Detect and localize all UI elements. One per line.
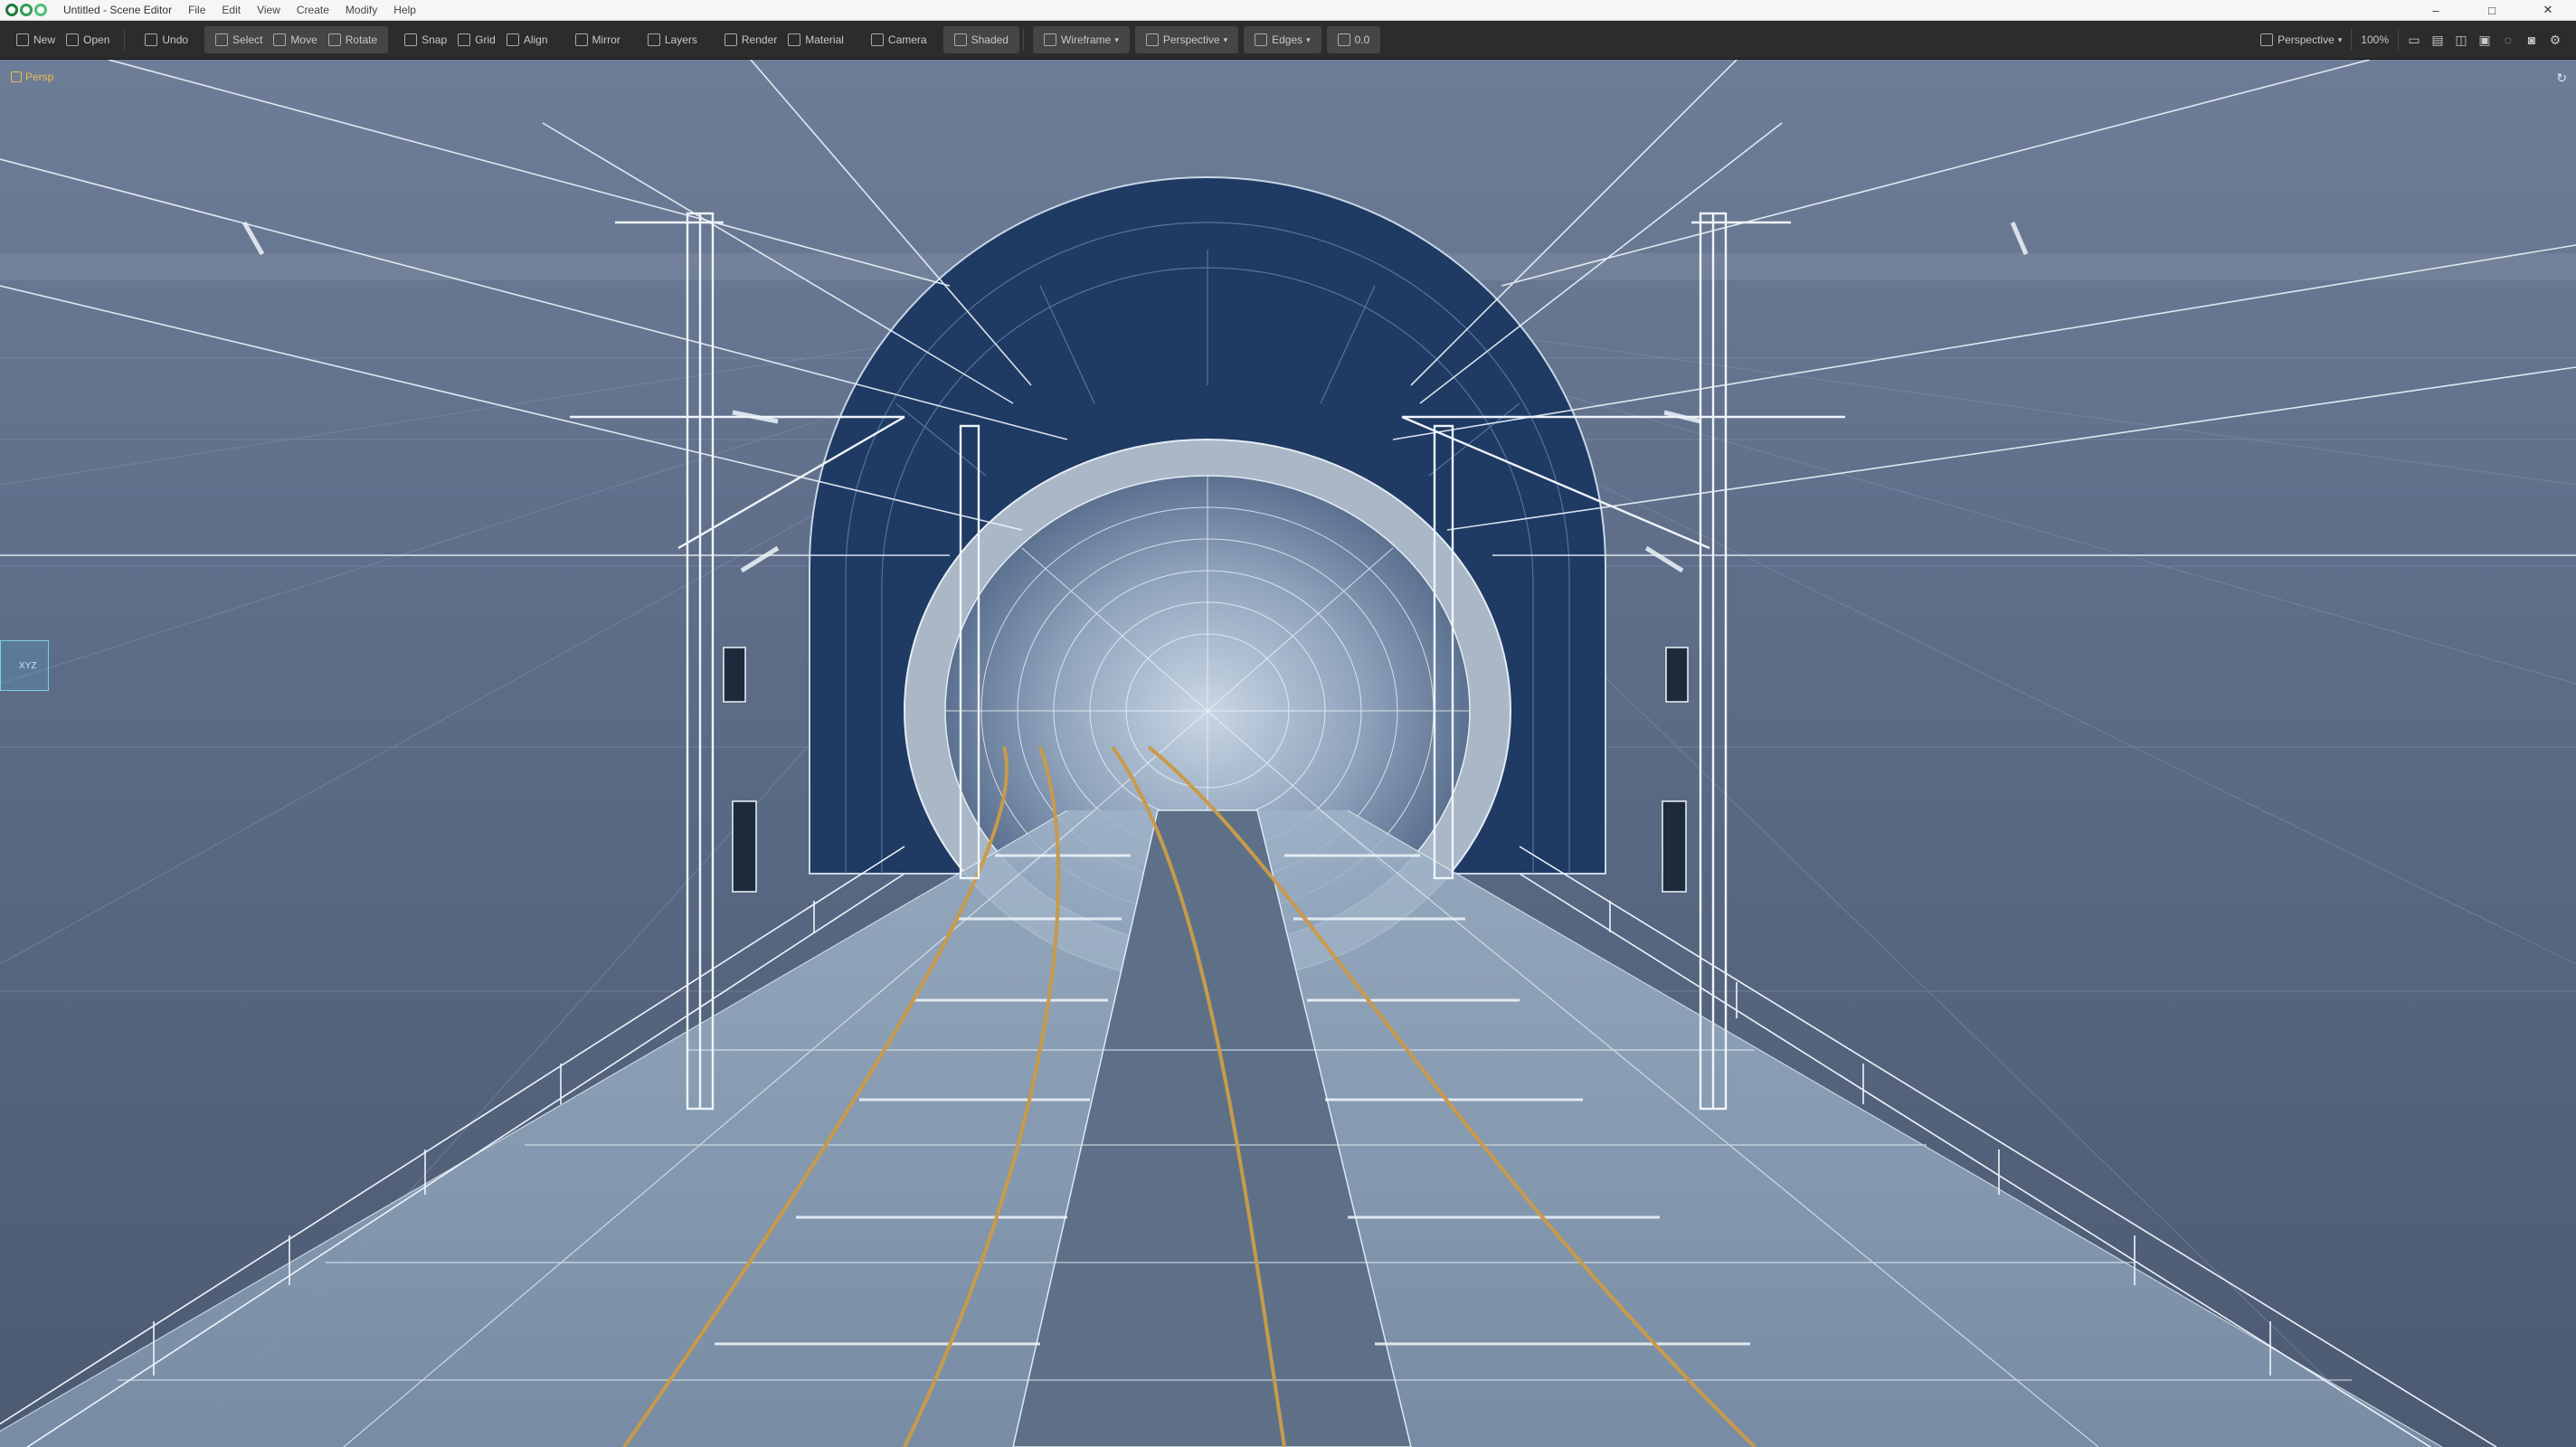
- perspective-icon: [1145, 33, 1159, 46]
- camera-preset-dropdown[interactable]: Perspective ▾: [2255, 28, 2347, 52]
- align-button[interactable]: Align: [501, 28, 554, 52]
- view-mode-perspective[interactable]: Perspective ▾: [1134, 26, 1239, 53]
- chevron-down-icon: ▾: [1223, 34, 1228, 44]
- close-button[interactable]: ✕: [2520, 0, 2576, 20]
- snap-button[interactable]: Snap: [399, 28, 452, 52]
- chevron-down-icon: ▾: [1306, 34, 1311, 44]
- shaded-icon: [953, 33, 967, 46]
- move-icon: [273, 33, 287, 46]
- view-mode-edges[interactable]: Edges ▾: [1244, 26, 1321, 53]
- window-controls: – □ ✕: [2408, 0, 2576, 20]
- align-icon: [506, 33, 519, 46]
- snap-icon: [404, 33, 418, 46]
- select-button[interactable]: Select: [210, 28, 268, 52]
- toolbar-divider: [2351, 29, 2353, 51]
- toolbar-group-file: New Open: [5, 26, 120, 53]
- grid-icon: [458, 33, 471, 46]
- grid-button[interactable]: Grid: [452, 28, 501, 52]
- new-button[interactable]: New: [11, 28, 61, 52]
- shaded-button[interactable]: Shaded: [949, 28, 1014, 52]
- move-button[interactable]: Move: [268, 28, 322, 52]
- light-icon[interactable]: ◌: [2496, 28, 2520, 52]
- toolbar-group-snap: Snap Grid Align: [393, 26, 558, 53]
- settings-icon[interactable]: ⚙: [2543, 28, 2567, 52]
- rotate-button[interactable]: Rotate: [323, 28, 383, 52]
- maximize-button[interactable]: □: [2464, 0, 2520, 20]
- title-bar: Untitled - Scene Editor File Edit View C…: [0, 0, 2576, 21]
- edges-icon: [1255, 33, 1268, 46]
- zoom-level[interactable]: 100%: [2355, 28, 2394, 52]
- select-icon: [215, 33, 229, 46]
- menu-help[interactable]: Help: [393, 4, 416, 16]
- value-toggle[interactable]: 0.0: [1332, 28, 1376, 52]
- menu-create[interactable]: Create: [297, 4, 329, 16]
- camera-button[interactable]: Camera: [866, 28, 933, 52]
- menu-file[interactable]: File: [188, 4, 205, 16]
- mirror-button[interactable]: Mirror: [570, 28, 626, 52]
- viewport-label[interactable]: Persp: [11, 71, 53, 83]
- toolbar-divider: [124, 29, 126, 51]
- refresh-icon[interactable]: ↻: [2556, 71, 2567, 86]
- material-icon: [788, 33, 801, 46]
- toolbar-right: Perspective ▾ 100% ▭ ▤ ◫ ▣ ◌ ◙ ⚙: [2255, 28, 2567, 52]
- toolbar-divider: [1022, 29, 1024, 51]
- main-toolbar: New Open Undo Select Move Rotate Snap Gr…: [0, 21, 2576, 60]
- open-button[interactable]: Open: [61, 28, 115, 52]
- toolbar-group-layers: Layers: [637, 26, 708, 53]
- chevron-down-icon: ▾: [1114, 34, 1119, 44]
- material-button[interactable]: Material: [782, 28, 849, 52]
- wireframe-toggle[interactable]: Wireframe ▾: [1038, 28, 1124, 52]
- toolbar-group-select: Select Move Rotate: [204, 26, 389, 53]
- menu-edit[interactable]: Edit: [222, 4, 241, 16]
- render-icon[interactable]: ◙: [2520, 28, 2543, 52]
- mirror-icon: [574, 33, 588, 46]
- toolbar-group-mirror: Mirror: [564, 26, 631, 53]
- toolbar-group-render: Render Material: [714, 26, 855, 53]
- menu-modify[interactable]: Modify: [346, 4, 377, 16]
- camera-icon: [870, 33, 884, 46]
- camera-icon: [11, 71, 22, 82]
- toolbar-group-camera: Camera: [860, 26, 938, 53]
- value-icon: [1337, 33, 1350, 46]
- menu-view[interactable]: View: [257, 4, 280, 16]
- scene-canvas[interactable]: [0, 60, 2576, 1447]
- view-mode-wireframe[interactable]: Wireframe ▾: [1032, 26, 1130, 53]
- chevron-down-icon: ▾: [2337, 34, 2343, 44]
- gizmo-label: XYZ: [19, 661, 37, 671]
- open-icon: [66, 33, 80, 46]
- wireframe-icon: [1043, 33, 1056, 46]
- material-icon[interactable]: ▣: [2473, 28, 2496, 52]
- render-button[interactable]: Render: [719, 28, 782, 52]
- viewport-3d[interactable]: Persp ↻ XYZ: [0, 60, 2576, 1447]
- perspective-toggle[interactable]: Perspective ▾: [1141, 28, 1233, 52]
- minimize-button[interactable]: –: [2408, 0, 2464, 20]
- gizmo-panel[interactable]: XYZ: [0, 640, 49, 691]
- toolbar-divider: [2398, 29, 2399, 51]
- undo-button[interactable]: Undo: [139, 28, 194, 52]
- camera-icon: [2260, 33, 2274, 46]
- window-title: Untitled - Scene Editor: [63, 4, 173, 16]
- view-mode-value[interactable]: 0.0: [1326, 26, 1381, 53]
- layers-icon: [647, 33, 660, 46]
- split-icon[interactable]: ◫: [2449, 28, 2473, 52]
- undo-icon: [145, 33, 158, 46]
- render-icon: [724, 33, 737, 46]
- layers-button[interactable]: Layers: [642, 28, 703, 52]
- panel-icon[interactable]: ▤: [2426, 28, 2449, 52]
- toolbar-group-view: Shaded: [942, 26, 1019, 53]
- rotate-icon: [327, 33, 341, 46]
- toolbar-group-edit: Undo: [134, 26, 199, 53]
- new-icon: [16, 33, 29, 46]
- layout-icon[interactable]: ▭: [2402, 28, 2426, 52]
- app-logo-icon: [5, 2, 56, 18]
- edges-toggle[interactable]: Edges ▾: [1249, 28, 1316, 52]
